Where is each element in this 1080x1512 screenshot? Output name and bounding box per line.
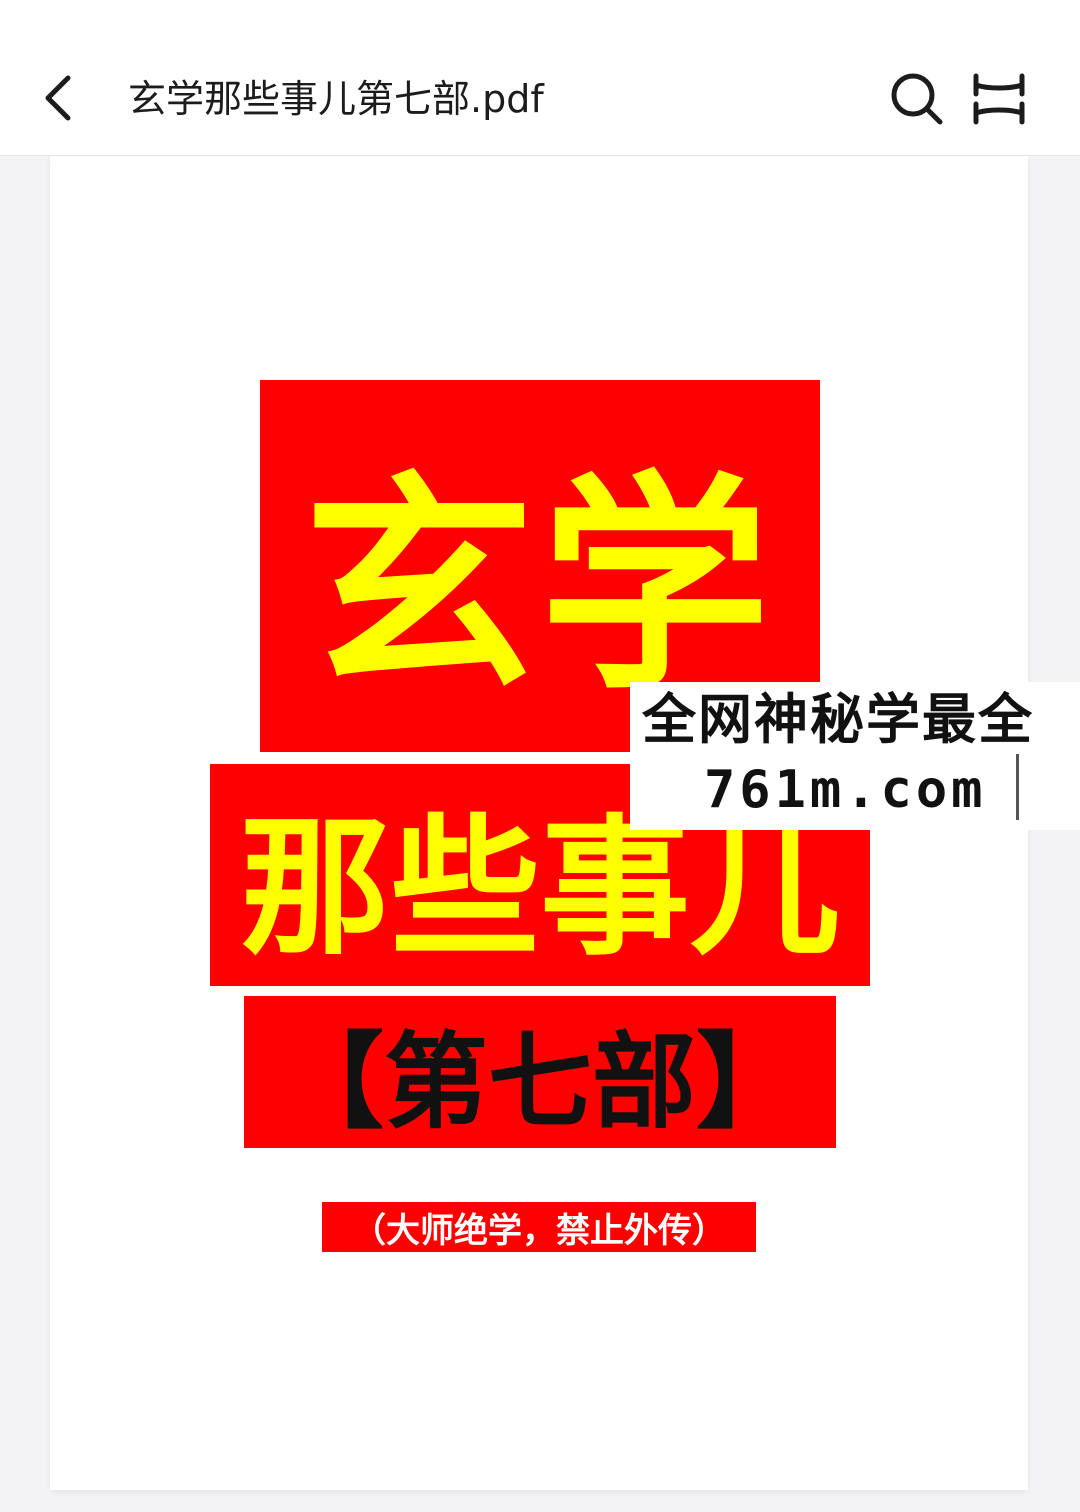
fullscreen-button[interactable] (970, 72, 1028, 126)
watermark-url: 761m.com (704, 760, 987, 820)
watermark-slogan: 全网神秘学最全 (642, 688, 1034, 751)
watermark-divider (1016, 754, 1019, 820)
chevron-left-icon (45, 75, 71, 121)
cover-part-block: 【第七部】 (244, 996, 836, 1148)
fullscreen-icon (973, 73, 1025, 125)
document-title: 玄学那些事儿第七部.pdf (128, 77, 544, 121)
search-button[interactable] (888, 70, 946, 128)
search-icon (891, 73, 943, 125)
top-bar: 玄学那些事儿第七部.pdf (0, 0, 1080, 156)
cover-note-block: （大师绝学，禁止外传） (322, 1202, 756, 1252)
back-button[interactable] (30, 68, 90, 128)
watermark-overlay: 全网神秘学最全 761m.com (630, 682, 1080, 830)
